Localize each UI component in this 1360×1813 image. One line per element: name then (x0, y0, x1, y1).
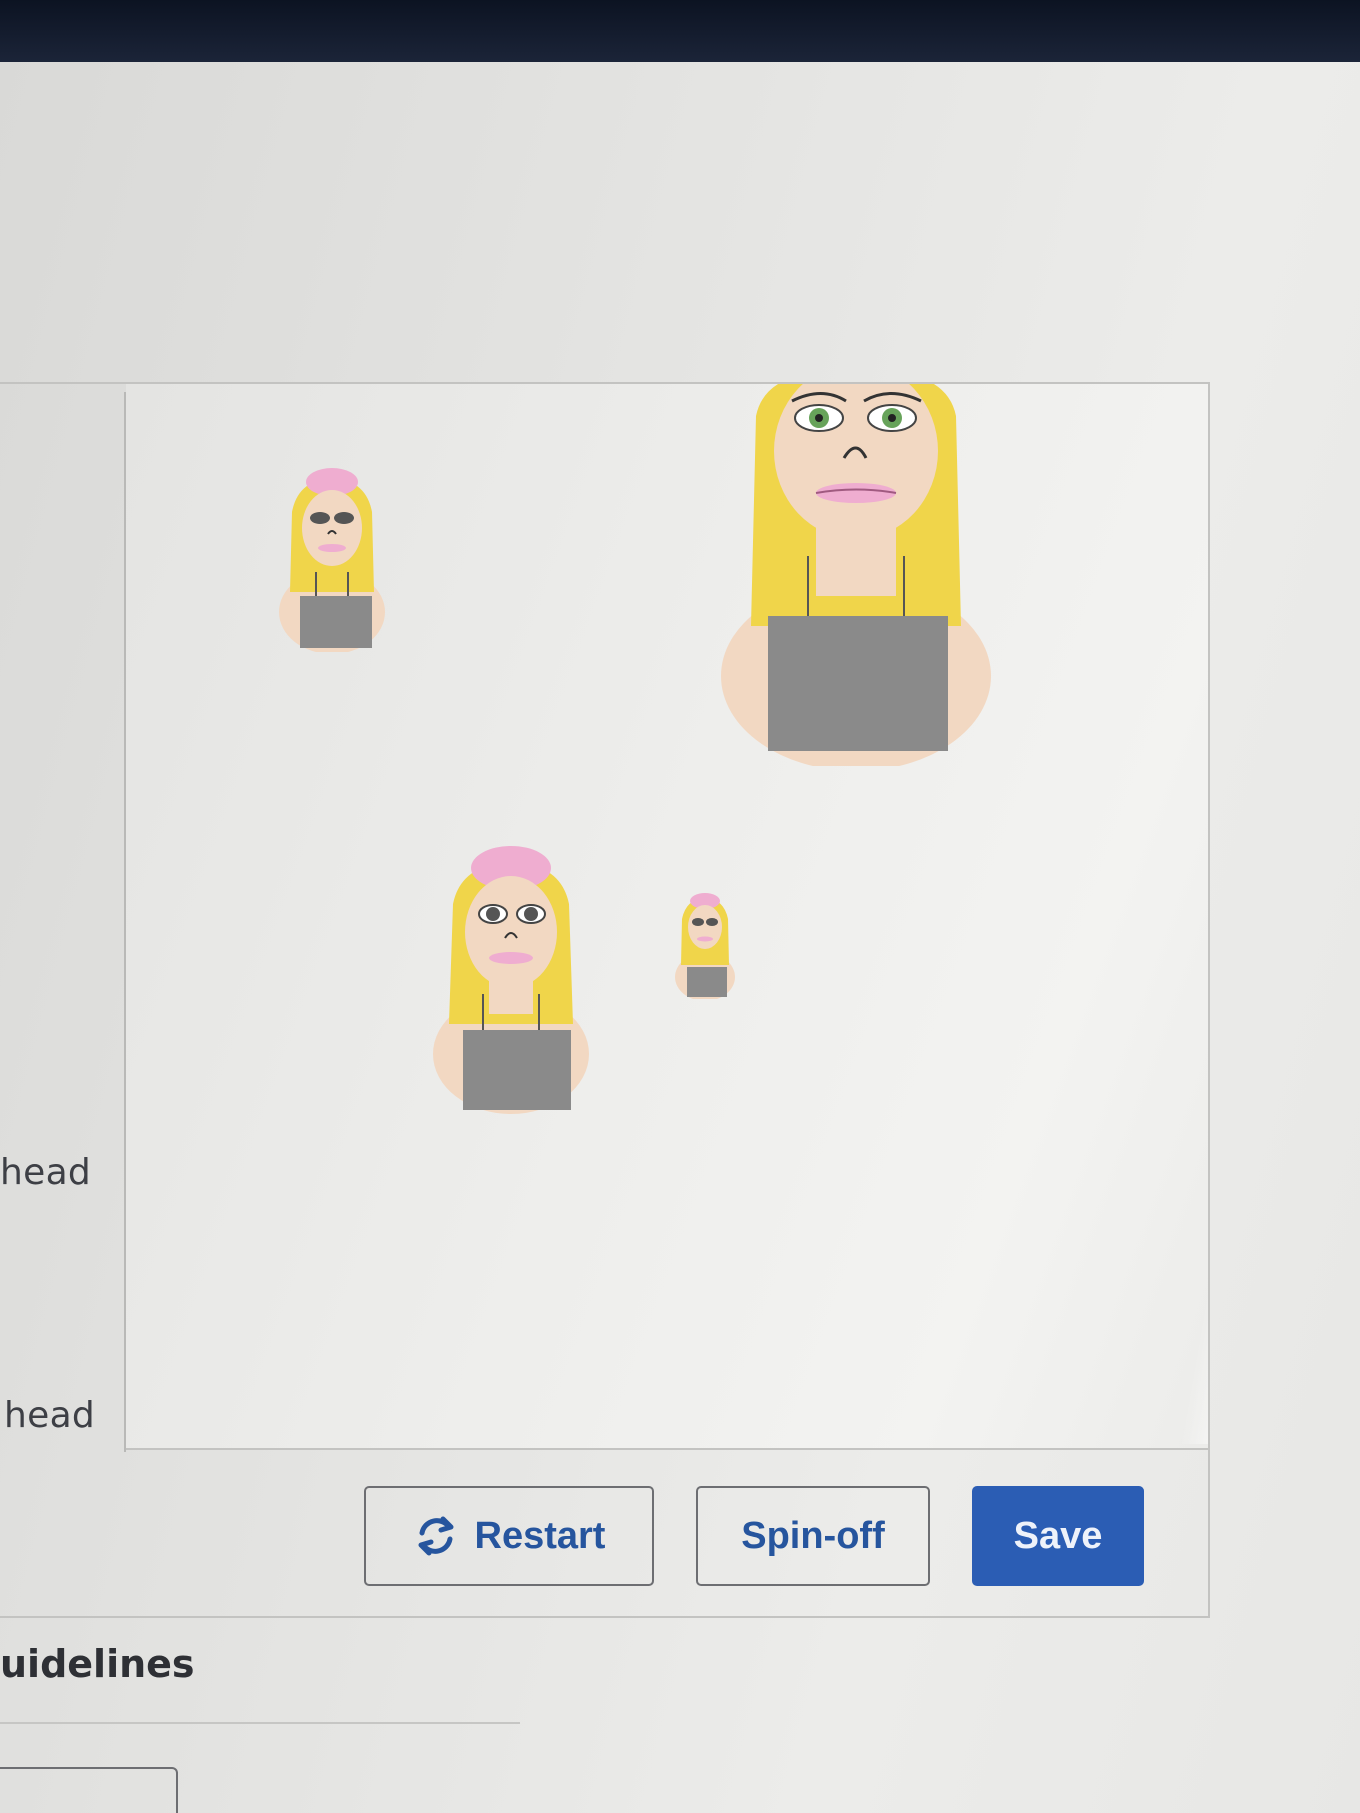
save-button[interactable]: Save (972, 1486, 1144, 1586)
screen-bezel (0, 0, 1360, 62)
divider (0, 1722, 520, 1724)
screen: head head Restart Spin-off Save uideline… (0, 62, 1360, 1813)
guidelines-heading: uidelines (0, 1642, 195, 1686)
program-button[interactable]: program (0, 1767, 178, 1813)
screen-glare (1180, 924, 1208, 1444)
spinoff-button-label: Spin-off (741, 1514, 885, 1557)
spinoff-button[interactable]: Spin-off (696, 1486, 930, 1586)
figure-tiny (675, 893, 735, 999)
figure-medium (433, 846, 589, 1114)
figure-small (279, 468, 385, 652)
code-sidebar: head head (0, 62, 140, 1452)
restart-button-label: Restart (474, 1514, 606, 1557)
figure-large (721, 384, 991, 766)
restart-button[interactable]: Restart (364, 1486, 654, 1586)
editor-toolbar: Restart Spin-off Save (0, 1452, 1210, 1618)
save-button-label: Save (1013, 1514, 1103, 1557)
restart-icon (418, 1516, 454, 1556)
sidebar-label: head (0, 1152, 92, 1193)
output-canvas[interactable] (126, 384, 1208, 1450)
sidebar-label: head (4, 1395, 96, 1436)
